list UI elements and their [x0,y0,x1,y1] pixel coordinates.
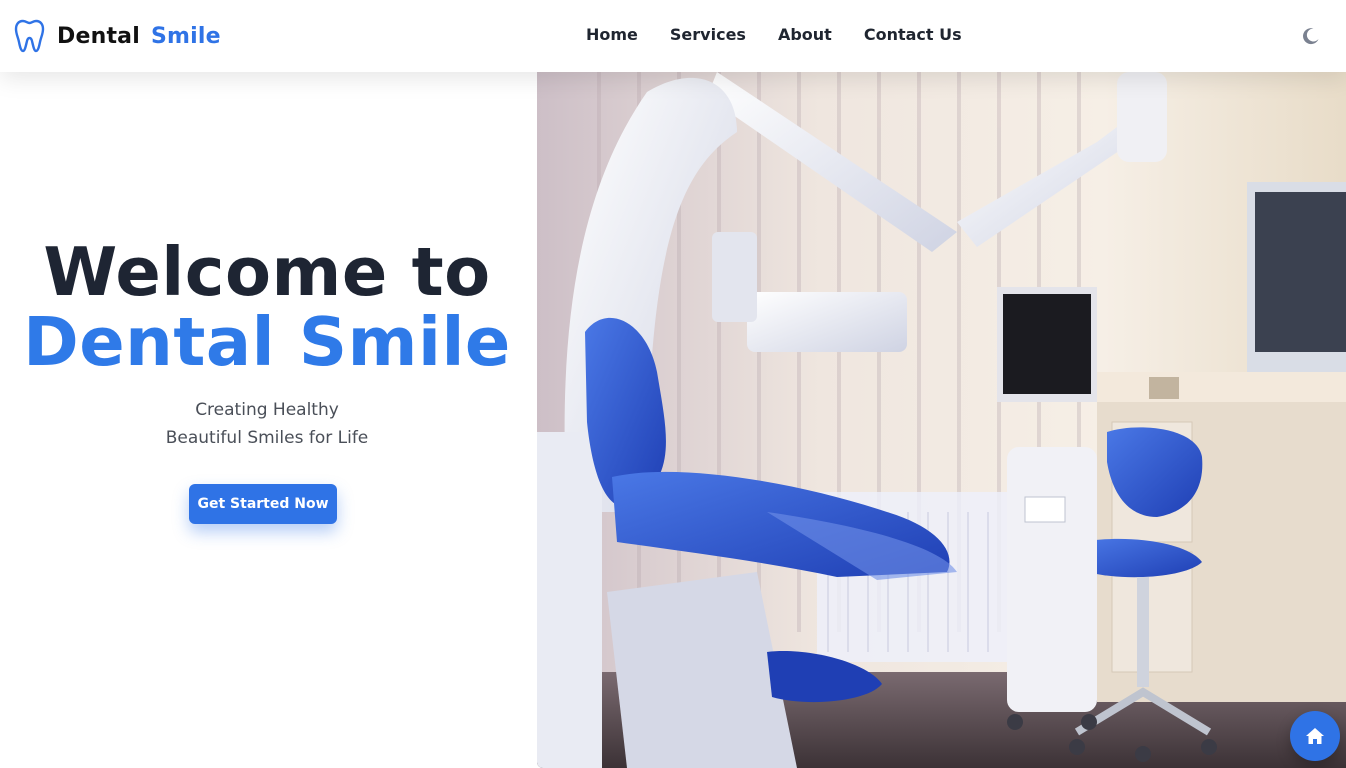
main-nav: Home Services About Contact Us [586,25,962,44]
nav-services[interactable]: Services [670,25,746,44]
clinic-photo [537,72,1346,768]
brand-logo[interactable]: Dental Smile [14,18,221,54]
hero-title-line1: Welcome to [43,233,491,311]
brand-name-part2: Smile [150,23,221,49]
nav-about[interactable]: About [778,25,832,44]
clinic-photo-illustration [537,72,1346,768]
home-icon [1306,728,1324,744]
hero-section: Welcome to Dental Smile Creating Healthy… [0,72,537,768]
header-navbar: Dental Smile Home Services About Contact… [0,0,1346,72]
hero-title-line2: Dental Smile [23,303,511,381]
brand-name-part1: Dental [57,23,140,49]
moon-icon[interactable] [1302,27,1320,45]
tooth-icon [14,19,45,53]
get-started-button[interactable]: Get Started Now [189,484,337,524]
hero-subtitle-line2: Beautiful Smiles for Life [165,428,369,448]
nav-contact-us[interactable]: Contact Us [864,25,962,44]
nav-home[interactable]: Home [586,25,638,44]
home-fab-button[interactable] [1290,711,1340,761]
hero-subtitle-line1: Creating Healthy [195,400,339,420]
